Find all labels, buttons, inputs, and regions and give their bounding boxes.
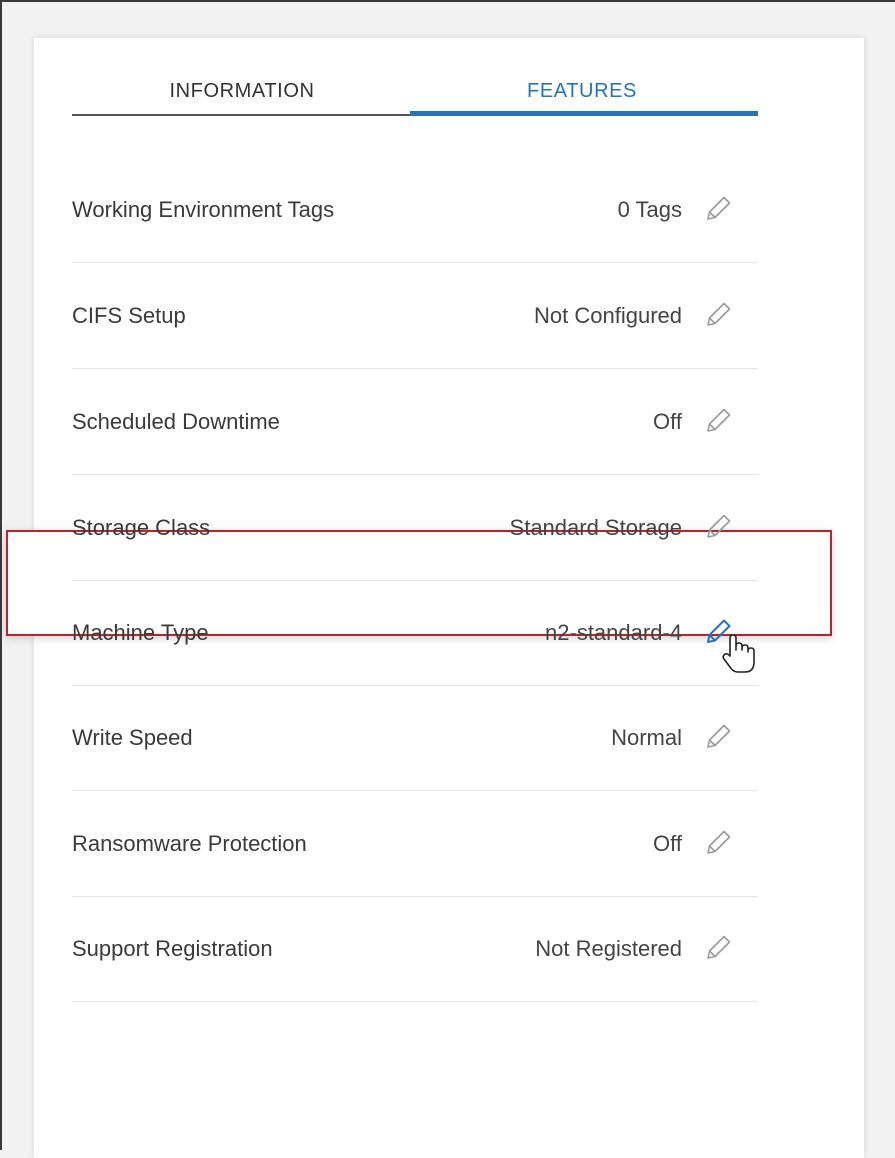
feature-label: Scheduled Downtime	[72, 409, 280, 434]
feature-row-ransomware-protection: Ransomware Protection Off	[72, 791, 758, 897]
feature-row-working-environment-tags: Working Environment Tags 0 Tags	[72, 157, 758, 263]
pencil-icon[interactable]	[700, 297, 736, 333]
hand-pointer-icon	[718, 630, 758, 676]
feature-label: Machine Type	[72, 620, 209, 645]
feature-label: Working Environment Tags	[72, 197, 335, 222]
active-tab-indicator	[410, 111, 758, 116]
feature-row-scheduled-downtime: Scheduled Downtime Off	[72, 369, 758, 475]
feature-value: Off	[653, 409, 682, 434]
feature-row-storage-class: Storage Class Standard Storage	[72, 475, 758, 581]
feature-label: Support Registration	[72, 936, 273, 961]
feature-value: 0 Tags	[617, 197, 682, 222]
feature-value: Not Configured	[534, 303, 682, 328]
feature-value: n2-standard-4	[545, 620, 682, 645]
pencil-icon[interactable]	[700, 403, 736, 439]
feature-label: CIFS Setup	[72, 303, 186, 328]
feature-value: Off	[653, 831, 682, 856]
pencil-icon[interactable]	[700, 719, 736, 755]
feature-label: Write Speed	[72, 725, 193, 750]
feature-row-support-registration: Support Registration Not Registered	[72, 896, 758, 1002]
pencil-icon[interactable]	[700, 825, 736, 861]
feature-value: Standard Storage	[509, 515, 682, 540]
pencil-icon[interactable]	[700, 191, 736, 227]
feature-value: Not Registered	[535, 936, 682, 961]
feature-row-cifs-setup: CIFS Setup Not Configured	[72, 263, 758, 369]
feature-label: Storage Class	[72, 515, 211, 540]
tab-information[interactable]: INFORMATION	[72, 78, 412, 118]
feature-value: Normal	[611, 725, 682, 750]
pencil-icon[interactable]	[700, 930, 736, 966]
feature-row-machine-type: Machine Type n2-standard-4	[72, 580, 758, 686]
feature-row-write-speed: Write Speed Normal	[72, 685, 758, 791]
pencil-icon[interactable]	[700, 509, 736, 545]
feature-label: Ransomware Protection	[72, 831, 307, 856]
tab-divider	[72, 114, 412, 116]
